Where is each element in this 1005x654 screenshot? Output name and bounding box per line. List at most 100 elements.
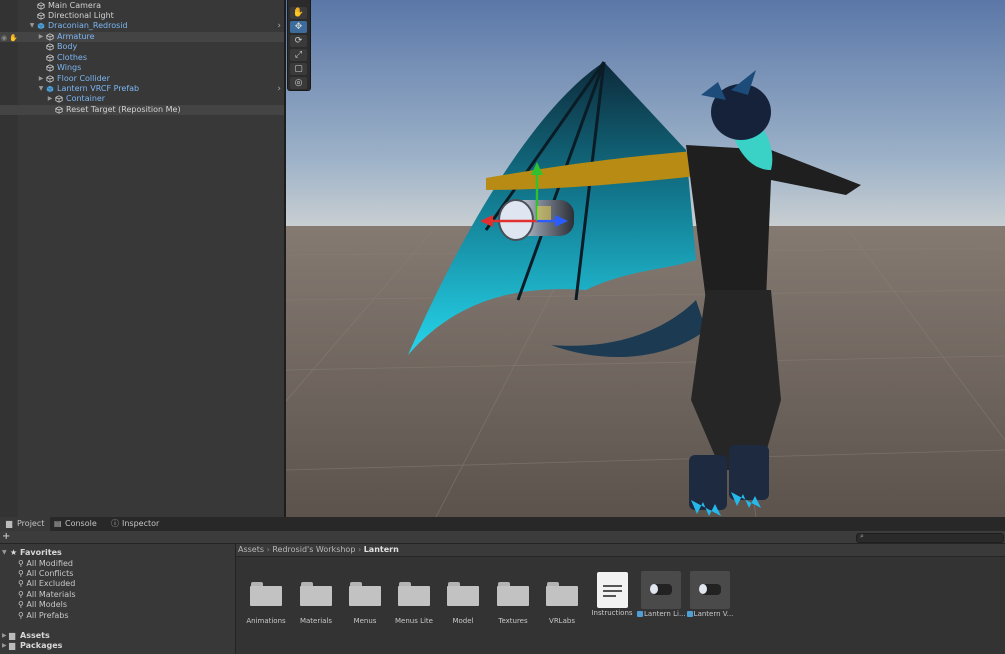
rect-tool-button[interactable]: ▢: [290, 63, 307, 75]
favorite-item-label: All Models: [26, 600, 68, 609]
project-search-input[interactable]: ⌕: [856, 532, 1004, 543]
prefab-icon: [637, 611, 643, 617]
expand-triangle-icon[interactable]: ▶: [46, 94, 54, 104]
favorite-item-label: All Modified: [26, 559, 74, 568]
breadcrumb-item[interactable]: Assets: [238, 545, 264, 554]
favorite-item-label: All Prefabs: [26, 611, 69, 620]
asset-label: Materials: [299, 617, 333, 625]
hierarchy-item-lantern-vrcf-prefab[interactable]: ▼ Lantern VRCF Prefab ›: [0, 84, 284, 94]
folder-icon: [300, 582, 332, 606]
tab-console[interactable]: ▤ Console: [48, 517, 103, 531]
move-tool-button[interactable]: ✥: [290, 21, 307, 33]
expand-triangle-icon[interactable]: ▶: [37, 74, 45, 84]
hierarchy-item-body[interactable]: Body: [0, 42, 284, 52]
breadcrumb: Assets › Redrosid's Workshop › Lantern: [236, 544, 1005, 557]
favorite-item[interactable]: ⚲ All Modified: [18, 559, 73, 569]
hierarchy-item-label: Directional Light: [48, 11, 114, 20]
search-icon: ⚲: [18, 579, 24, 588]
favorite-item[interactable]: ⚲ All Prefabs: [18, 611, 69, 621]
hand-tool-button[interactable]: ✋: [290, 7, 307, 19]
asset-label: Menus Lite: [395, 617, 433, 625]
tab-inspector[interactable]: ⓘ Inspector: [105, 517, 165, 531]
asset-label: Lantern V...: [686, 610, 734, 618]
search-icon: ⌕: [860, 532, 864, 540]
hierarchy-item-label: Draconian_Redrosid: [48, 21, 128, 30]
expand-triangle-icon[interactable]: ▼: [2, 548, 7, 558]
gameobject-icon: [55, 106, 63, 114]
favorite-item[interactable]: ⚲ All Materials: [18, 590, 76, 600]
project-panel: ▆ Project ▤Console ⓘInspector + ▾ ⌕ ▼ ★ F…: [0, 517, 1005, 654]
breadcrumb-item[interactable]: Redrosid's Workshop: [272, 545, 355, 554]
expand-triangle-icon[interactable]: ▶: [37, 32, 45, 42]
asset-label: Menus: [353, 617, 377, 625]
panel-tab-bar: ▆ Project ▤ Console ⓘ Inspector: [0, 517, 1005, 531]
asset-item[interactable]: Lantern Li...: [637, 571, 685, 618]
asset-item[interactable]: Lantern V...: [686, 571, 734, 618]
rotate-tool-button[interactable]: ⟳: [290, 35, 307, 47]
chevron-right-icon[interactable]: ›: [277, 21, 281, 31]
gameobject-icon: [46, 54, 54, 62]
hierarchy-item-draconian-redrosid[interactable]: ▼ Draconian_Redrosid ›: [0, 21, 284, 31]
packages-root-label: Packages: [20, 641, 63, 650]
folder-icon: ▆: [9, 631, 16, 640]
tab-label: Project: [17, 519, 45, 528]
hierarchy-panel: Main Camera Directional Light ▼ Draconia…: [0, 0, 284, 517]
hierarchy-item-wings[interactable]: Wings: [0, 63, 284, 73]
asset-item[interactable]: Model: [439, 582, 487, 625]
hierarchy-item-floor-collider[interactable]: ▶ Floor Collider: [0, 74, 284, 84]
prefab-icon: [46, 85, 54, 93]
scale-tool-button[interactable]: ⤢: [290, 49, 307, 61]
expand-triangle-icon[interactable]: ▶: [2, 641, 7, 651]
asset-item[interactable]: Animations: [242, 582, 290, 625]
asset-item[interactable]: Menus Lite: [390, 582, 438, 625]
rotate-icon: ⟳: [294, 36, 303, 46]
info-icon: ⓘ: [111, 519, 119, 528]
favorite-item[interactable]: ⚲ All Models: [18, 600, 67, 610]
favorite-item[interactable]: ⚲ All Conflicts: [18, 569, 73, 579]
favorite-item[interactable]: ⚲ All Excluded: [18, 579, 75, 589]
folder-icon: [250, 582, 282, 606]
tab-label: Inspector: [122, 519, 160, 528]
hierarchy-item-directional-light[interactable]: Directional Light: [0, 11, 284, 21]
asset-item[interactable]: VRLabs: [538, 582, 586, 625]
scene-viewport[interactable]: [286, 0, 1005, 517]
favorite-item-label: All Conflicts: [26, 569, 74, 578]
folder-icon: ▆: [6, 519, 13, 528]
hierarchy-item-container[interactable]: ▶ Container: [0, 94, 284, 104]
asset-item[interactable]: Instructions: [588, 572, 636, 617]
hierarchy-item-label: Container: [66, 94, 106, 103]
asset-item[interactable]: Menus: [341, 582, 389, 625]
scene-view[interactable]: [286, 0, 1005, 517]
project-folder-tree: ▼ ★ Favorites ⚲ All Modified ⚲ All Confl…: [0, 544, 236, 654]
gameobject-icon: [55, 95, 63, 103]
favorite-item-label: All Materials: [26, 590, 76, 599]
gameobject-icon: [46, 64, 54, 72]
hierarchy-item-armature[interactable]: ◉ ✋ ▶ Armature: [0, 32, 284, 42]
expand-triangle-icon[interactable]: ▶: [2, 631, 7, 641]
breadcrumb-item[interactable]: Lantern: [364, 545, 399, 554]
hierarchy-item-label: Body: [57, 42, 78, 51]
hierarchy-item-main-camera[interactable]: Main Camera: [0, 1, 284, 11]
asset-item[interactable]: Textures: [489, 582, 537, 625]
expand-triangle-icon[interactable]: ▼: [37, 84, 45, 94]
transform-tool-button[interactable]: ◎: [290, 77, 307, 89]
assets-root-label: Assets: [20, 631, 50, 640]
expand-triangle-icon[interactable]: ▼: [28, 21, 36, 31]
gameobject-icon: [37, 2, 45, 10]
asset-label: VRLabs: [549, 617, 575, 625]
move-icon: ✥: [294, 22, 303, 32]
hierarchy-item-clothes[interactable]: Clothes: [0, 53, 284, 63]
favorites-label: Favorites: [20, 548, 62, 557]
hierarchy-item-reset-target[interactable]: Reset Target (Reposition Me): [0, 105, 284, 115]
gameobject-icon: [46, 43, 54, 51]
folder-icon: [447, 582, 479, 606]
search-icon: ⚲: [18, 590, 24, 599]
add-asset-button[interactable]: + ▾: [2, 531, 18, 554]
hand-icon: ✋: [292, 8, 305, 18]
asset-label: Model: [452, 617, 474, 625]
tab-project[interactable]: ▆ Project: [0, 517, 51, 531]
asset-item[interactable]: Materials: [292, 582, 340, 625]
visibility-toggle-icon[interactable]: ◉ ✋: [1, 33, 18, 42]
chevron-right-icon[interactable]: ›: [277, 84, 281, 94]
gameobject-icon: [46, 75, 54, 83]
